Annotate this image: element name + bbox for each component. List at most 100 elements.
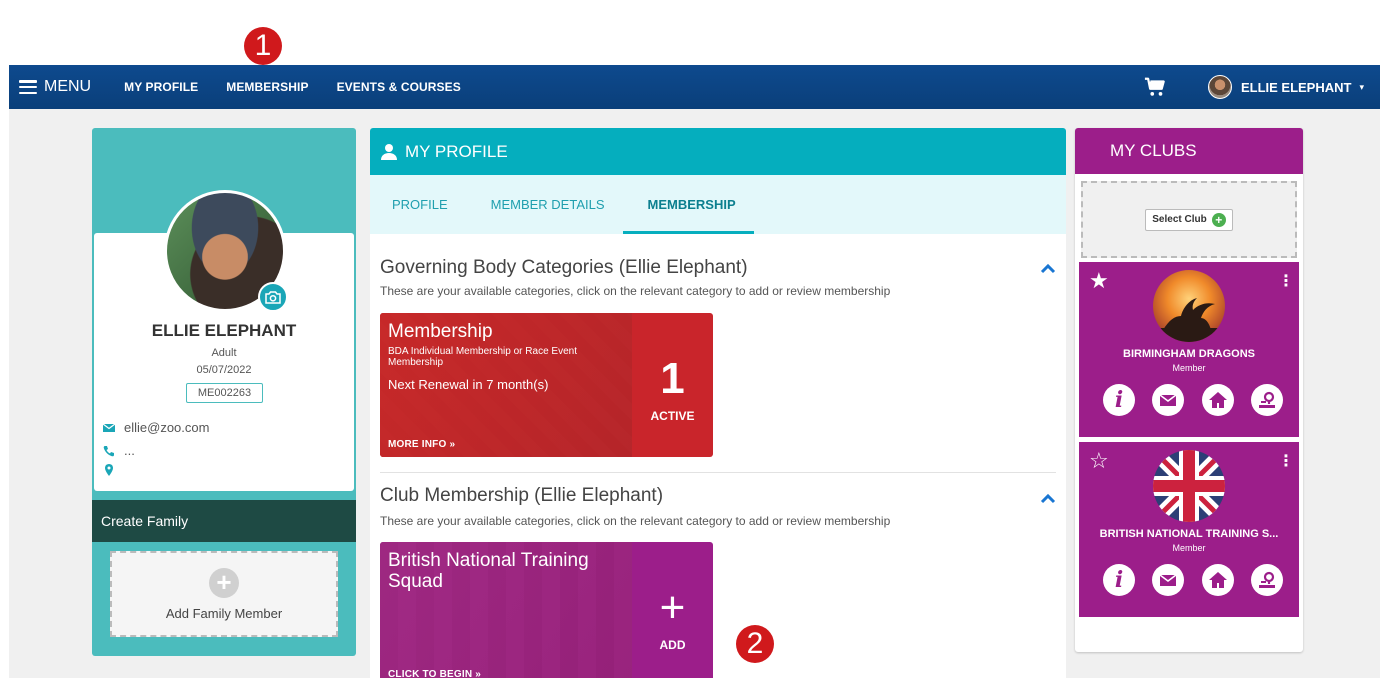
- home-button[interactable]: [1201, 384, 1234, 416]
- my-clubs-header: MY CLUBS: [1075, 128, 1303, 174]
- kebab-menu-icon[interactable]: ⋮: [1278, 274, 1294, 290]
- active-status-label: ACTIVE: [650, 409, 695, 423]
- home-button[interactable]: [1201, 564, 1234, 596]
- club-card-title: British National Training Squad: [388, 550, 589, 592]
- click-to-begin-label: CLICK TO BEGIN: [388, 669, 473, 678]
- my-profile-panel: MY PROFILE PROFILE MEMBER DETAILS MEMBER…: [370, 128, 1066, 678]
- callout-1: 1: [244, 27, 282, 65]
- more-info-link[interactable]: MORE INFO »: [388, 439, 455, 450]
- envelope-icon: [103, 423, 115, 432]
- map-marker-icon: [1258, 571, 1275, 588]
- email-button[interactable]: [1152, 564, 1185, 596]
- map-marker-icon: [1258, 391, 1275, 408]
- info-icon: i: [1114, 387, 1124, 413]
- membership-card-body: Membership BDA Individual Membership or …: [380, 313, 632, 457]
- club-role: Member: [1172, 543, 1206, 553]
- membership-category-card[interactable]: Membership BDA Individual Membership or …: [380, 313, 713, 457]
- email-button[interactable]: [1152, 384, 1185, 416]
- profile-type: Adult: [211, 347, 237, 359]
- club-name: BRITISH NATIONAL TRAINING S...: [1099, 528, 1279, 540]
- club-card-birmingham-dragons[interactable]: ★ ⋮ BIRMINGHAM DRAGONS Member i: [1079, 262, 1299, 437]
- membership-card-renewal: Next Renewal in 7 month(s): [388, 377, 549, 392]
- location-button[interactable]: [1250, 384, 1283, 416]
- active-count: 1: [660, 354, 685, 403]
- user-name[interactable]: ELLIE ELEPHANT: [1241, 80, 1352, 95]
- chevron-up-icon[interactable]: [1040, 262, 1056, 274]
- my-clubs-panel: MY CLUBS Select Club + ★ ⋮ BIRMINGHAM DR…: [1075, 128, 1303, 652]
- plus-circle-icon: +: [209, 567, 239, 598]
- contact-phone: ...: [103, 443, 135, 458]
- home-icon: [1208, 392, 1227, 408]
- create-family-header[interactable]: Create Family: [92, 500, 356, 542]
- club-category-card[interactable]: British National Training Squad CLICK TO…: [380, 542, 713, 678]
- location-button[interactable]: [1250, 564, 1283, 596]
- club-name: BIRMINGHAM DRAGONS: [1123, 348, 1255, 360]
- hamburger-icon: [19, 80, 37, 94]
- email-text[interactable]: ellie@zoo.com: [124, 420, 209, 435]
- select-club-area: Select Club +: [1081, 181, 1297, 258]
- club-card-body: British National Training Squad CLICK TO…: [380, 542, 632, 678]
- tab-profile[interactable]: PROFILE: [392, 175, 448, 234]
- info-button[interactable]: i: [1103, 564, 1135, 596]
- club-membership-title: Club Membership (Ellie Elephant): [380, 485, 664, 506]
- profile-name: ELLIE ELEPHANT: [151, 321, 297, 340]
- club-card-british-national-training-squad[interactable]: ☆ ⋮ BRITISH NATIONAL TRAINING S... Membe…: [1079, 442, 1299, 617]
- add-circle-icon: +: [1211, 212, 1226, 227]
- menu-label: MENU: [44, 78, 92, 95]
- membership-card-status: 1 ACTIVE: [632, 313, 713, 457]
- chevron-down-icon[interactable]: ▾: [1359, 82, 1364, 93]
- select-club-button[interactable]: Select Club +: [1145, 208, 1233, 231]
- envelope-icon: [1159, 394, 1177, 406]
- select-club-label: Select Club: [1152, 214, 1207, 225]
- profile-date: 05/07/2022: [196, 364, 252, 376]
- tab-member-details[interactable]: MEMBER DETAILS: [491, 175, 605, 234]
- club-card-add[interactable]: + ADD: [632, 542, 713, 678]
- section-divider: [380, 472, 1056, 473]
- double-chevron-right-icon: »: [449, 439, 456, 450]
- active-tab-indicator: [623, 231, 754, 234]
- nav-right: ELLIE ELEPHANT ▾: [1144, 65, 1380, 109]
- club-logo: [1153, 270, 1225, 342]
- info-button[interactable]: i: [1103, 384, 1135, 416]
- page: 1 2 MENU MY PROFILE MEMBERSHIP EVENTS & …: [0, 0, 1380, 678]
- nav-link-membership[interactable]: MEMBERSHIP: [226, 80, 308, 94]
- my-profile-title: MY PROFILE: [405, 141, 508, 161]
- tab-membership[interactable]: MEMBERSHIP: [648, 175, 736, 234]
- add-family-member-button[interactable]: + Add Family Member: [110, 551, 338, 637]
- add-family-member-label: Add Family Member: [165, 605, 283, 621]
- top-navbar: MENU MY PROFILE MEMBERSHIP EVENTS & COUR…: [9, 65, 1380, 109]
- double-chevron-right-icon: »: [475, 669, 482, 678]
- map-pin-icon: [105, 464, 113, 476]
- add-label: ADD: [659, 638, 686, 652]
- club-actions: i: [1103, 564, 1283, 596]
- star-filled-icon[interactable]: ★: [1089, 270, 1109, 292]
- info-icon: i: [1114, 567, 1124, 593]
- menu-button[interactable]: MENU: [9, 65, 91, 109]
- home-icon: [1208, 572, 1227, 588]
- envelope-icon: [1159, 574, 1177, 586]
- governing-body-title: Governing Body Categories (Ellie Elephan…: [380, 257, 748, 278]
- member-id-badge: ME002263: [186, 383, 263, 403]
- more-info-label: MORE INFO: [388, 439, 447, 450]
- callout-2: 2: [736, 625, 774, 663]
- my-profile-header: MY PROFILE: [370, 128, 1066, 175]
- phone-icon: [103, 445, 114, 456]
- club-actions: i: [1103, 384, 1283, 416]
- club-role: Member: [1172, 363, 1206, 373]
- camera-icon[interactable]: [258, 282, 288, 312]
- user-avatar[interactable]: [1207, 75, 1232, 99]
- cart-icon[interactable]: [1144, 76, 1166, 98]
- click-to-begin-link[interactable]: CLICK TO BEGIN »: [388, 669, 481, 678]
- club-membership-subtitle: These are your available categories, cli…: [380, 514, 891, 528]
- user-icon: [381, 143, 397, 160]
- chevron-up-icon[interactable]: [1040, 492, 1056, 504]
- contact-email: ellie@zoo.com: [103, 420, 209, 435]
- kebab-menu-icon[interactable]: ⋮: [1278, 454, 1294, 470]
- membership-card-description: BDA Individual Membership or Race Event …: [388, 346, 577, 368]
- nav-link-events-courses[interactable]: EVENTS & COURSES: [337, 80, 461, 94]
- star-outline-icon[interactable]: ☆: [1089, 450, 1109, 472]
- nav-link-my-profile[interactable]: MY PROFILE: [124, 80, 198, 94]
- contact-location: [103, 464, 124, 476]
- plus-icon: +: [659, 583, 686, 632]
- membership-card-title: Membership: [388, 321, 493, 342]
